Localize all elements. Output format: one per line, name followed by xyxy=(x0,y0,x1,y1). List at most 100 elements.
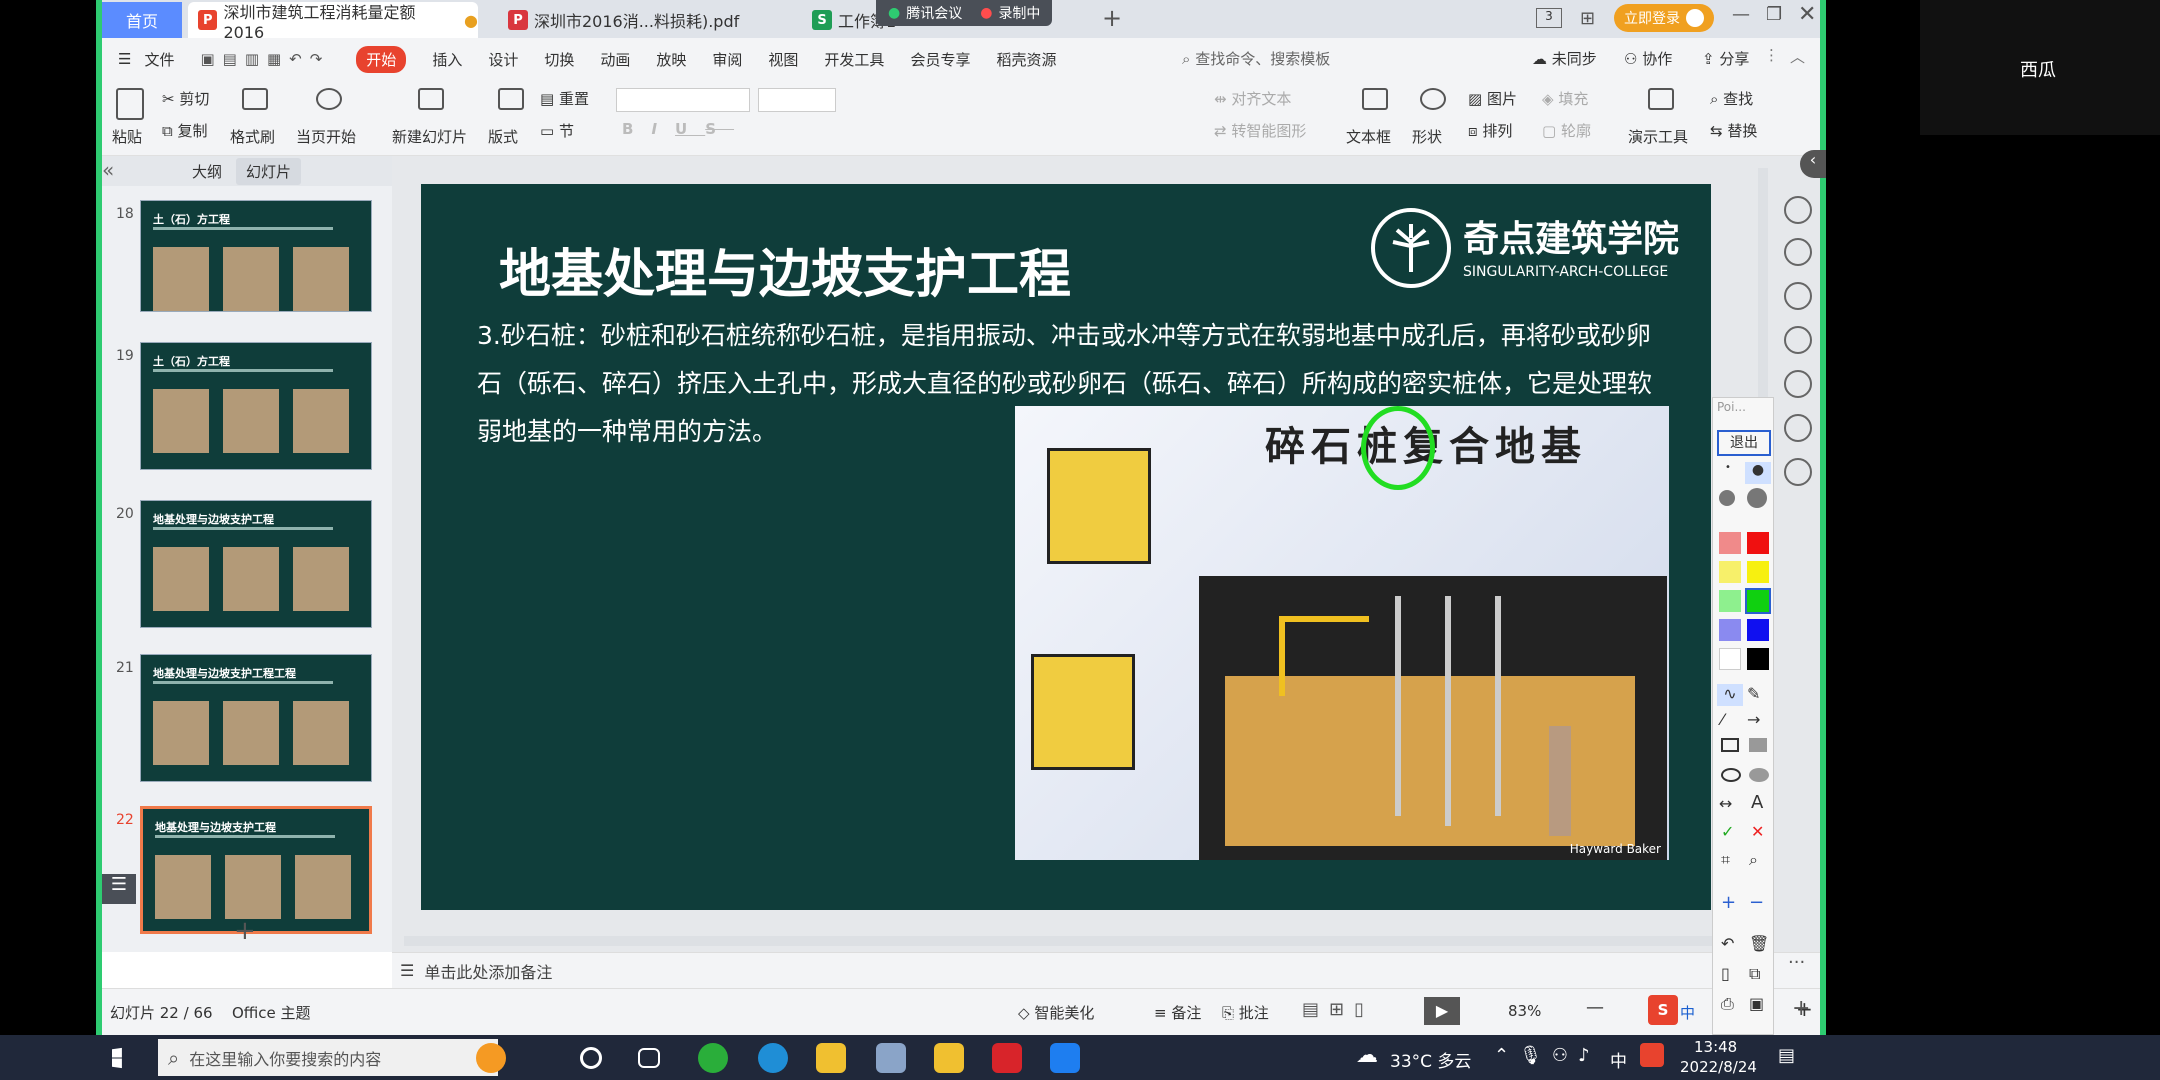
reset-button[interactable]: ▤ 重置 xyxy=(540,88,589,109)
notes-toggle[interactable]: ≡ 备注 xyxy=(1154,1002,1201,1023)
color-swatch[interactable] xyxy=(1719,619,1741,641)
shape-button[interactable]: 形状 xyxy=(1412,126,1442,147)
cross-icon[interactable]: ✕ xyxy=(1751,822,1764,841)
slide[interactable]: 地基处理与边坡支护工程 奇点建筑学院 SINGULARITY-ARCH-COLL… xyxy=(421,184,1711,910)
paste-button[interactable]: 粘贴 xyxy=(112,126,142,147)
grid-icon[interactable]: ⊞ xyxy=(1580,8,1595,29)
close-icon[interactable]: ✕ xyxy=(1798,2,1816,27)
check-icon[interactable]: ✓ xyxy=(1721,822,1734,841)
paint-icon[interactable] xyxy=(876,1043,906,1073)
plus-icon[interactable]: + xyxy=(1721,892,1736,913)
trash-icon[interactable]: 🗑 xyxy=(1749,934,1769,953)
meeting-bar[interactable]: ● 腾讯会议 ● 录制中 xyxy=(876,0,1053,26)
menu-item-9[interactable]: 会员专享 xyxy=(910,49,970,70)
new-page-icon[interactable]: ▯ xyxy=(1721,964,1730,983)
more-icon[interactable]: ⋮ xyxy=(1764,46,1779,64)
login-button[interactable]: 立即登录 xyxy=(1614,4,1714,32)
filled-rectangle-tool[interactable] xyxy=(1749,738,1767,752)
color-swatch[interactable] xyxy=(1719,532,1741,554)
page-indicator[interactable]: 3 xyxy=(1536,8,1562,28)
slide-thumbnail[interactable]: 土（石）方工程 xyxy=(140,342,372,470)
side-tool-icon-0[interactable] xyxy=(1784,196,1812,224)
edge-icon[interactable] xyxy=(758,1043,788,1073)
font-style-buttons[interactable]: BIUS xyxy=(622,120,734,138)
align-text-button[interactable]: ⇹ 对齐文本 xyxy=(1214,88,1291,109)
zoom-level[interactable]: 83% xyxy=(1508,1002,1541,1020)
command-search[interactable]: ⌕ 查找命令、搜索模板 xyxy=(1182,48,1330,69)
new-slide-button[interactable]: 新建幻灯片 xyxy=(392,126,467,147)
color-swatch[interactable] xyxy=(1747,561,1769,583)
double-arrow-tool[interactable]: ↔ xyxy=(1719,794,1732,813)
notes-bar[interactable]: ☰ 单击此处添加备注 xyxy=(392,952,1820,988)
play-slideshow-button[interactable]: ▶ xyxy=(1424,997,1460,1025)
picture-button[interactable]: ▨ 图片 xyxy=(1468,88,1517,109)
color-swatch[interactable] xyxy=(1719,648,1741,670)
pen-size-small[interactable]: • xyxy=(1717,462,1739,484)
ime-lang[interactable]: 中 xyxy=(1680,1002,1695,1023)
side-tool-icon-6[interactable] xyxy=(1784,458,1812,486)
sync-status[interactable]: ☁ 未同步 xyxy=(1532,48,1597,69)
restore-icon[interactable]: ❐ xyxy=(1766,4,1782,25)
freehand-pen-tool[interactable]: ∿ xyxy=(1717,684,1743,706)
help-icon[interactable] xyxy=(934,1043,964,1073)
menu-item-8[interactable]: 开发工具 xyxy=(824,49,884,70)
find-button[interactable]: ⌕ 查找 xyxy=(1710,88,1753,109)
fill-button[interactable]: ◈ 填充 xyxy=(1542,88,1588,109)
slide-thumbnail[interactable]: 土（石）方工程 xyxy=(140,200,372,312)
pen-size-large[interactable] xyxy=(1719,490,1735,506)
tencent-meeting-icon[interactable] xyxy=(1050,1043,1080,1073)
zoom-tool-icon[interactable]: ⌕ xyxy=(1749,850,1758,870)
wechat-icon[interactable] xyxy=(698,1043,728,1073)
wps-ime-icon[interactable]: S xyxy=(1648,995,1678,1025)
play-current-button[interactable]: 当页开始 xyxy=(296,126,356,147)
notification-icon[interactable]: ▤ xyxy=(1778,1045,1795,1066)
side-tool-icon-5[interactable] xyxy=(1784,414,1812,442)
cortana-icon[interactable] xyxy=(580,1047,602,1069)
underline-button[interactable]: U xyxy=(675,120,705,138)
arrange-button[interactable]: ⧈ 排列 xyxy=(1468,120,1512,141)
color-swatch[interactable] xyxy=(1719,590,1741,612)
side-panel-toggle[interactable]: ‹ xyxy=(1800,150,1826,178)
clock-date[interactable]: 2022/8/24 xyxy=(1680,1058,1757,1076)
replace-button[interactable]: ⇆ 替换 xyxy=(1710,120,1757,141)
weather-text[interactable]: 33°C 多云 xyxy=(1390,1047,1471,1072)
hamburger-icon[interactable]: ☰ xyxy=(118,50,131,68)
highlighter-tool[interactable]: ✎ xyxy=(1747,684,1760,703)
line-tool[interactable]: ⁄ xyxy=(1721,710,1724,729)
pen-size-xlarge[interactable] xyxy=(1747,488,1767,508)
minimize-icon[interactable]: — xyxy=(1732,4,1750,25)
format-brush-button[interactable]: 格式刷 xyxy=(230,126,275,147)
wps-icon[interactable] xyxy=(992,1043,1022,1073)
undo-icon[interactable]: ↶ xyxy=(1721,934,1734,953)
add-slide-button[interactable]: + xyxy=(234,916,256,946)
collapse-panel-icon[interactable]: « xyxy=(102,158,114,182)
strike-button[interactable]: S xyxy=(705,120,734,138)
list-icon[interactable]: ☰ xyxy=(102,874,136,904)
copy-button[interactable]: ⧉ 复制 xyxy=(162,120,208,141)
slide-thumbnail[interactable]: 地基处理与边坡支护工程工程 xyxy=(140,654,372,782)
comment-button[interactable]: ⎘ 批注 xyxy=(1222,1002,1269,1023)
font-name-select[interactable] xyxy=(616,88,750,112)
collapse-ribbon-icon[interactable]: ︿ xyxy=(1790,46,1805,67)
theme-name[interactable]: Office 主题 xyxy=(232,1002,311,1023)
menu-item-3[interactable]: 切换 xyxy=(544,49,574,70)
italic-button[interactable]: I xyxy=(651,120,675,138)
minus-icon[interactable]: − xyxy=(1749,892,1764,913)
quick-access-icons[interactable]: ▣▤▥▦↶↷ xyxy=(200,50,330,68)
outline-button[interactable]: ▢ 轮廓 xyxy=(1542,120,1591,141)
slide-thumbnail[interactable]: 地基处理与边坡支护工程 xyxy=(140,500,372,628)
more-options-icon[interactable]: ··· xyxy=(1788,952,1805,973)
slides-tab[interactable]: 幻灯片 xyxy=(236,158,302,185)
text-tool[interactable]: A xyxy=(1751,792,1763,813)
side-add-icon[interactable]: + xyxy=(1792,996,1810,1021)
menu-item-6[interactable]: 审阅 xyxy=(712,49,742,70)
color-swatch[interactable] xyxy=(1747,532,1769,554)
arrow-tool[interactable]: → xyxy=(1747,710,1760,729)
bold-button[interactable]: B xyxy=(622,120,651,138)
section-button[interactable]: ▭ 节 xyxy=(540,120,574,141)
cut-button[interactable]: ✂ 剪切 xyxy=(162,88,209,109)
zoom-out-icon[interactable]: — xyxy=(1586,997,1604,1018)
menu-item-1[interactable]: 插入 xyxy=(432,49,462,70)
menu-item-10[interactable]: 稻壳资源 xyxy=(996,49,1056,70)
convert-smart-button[interactable]: ⇄ 转智能图形 xyxy=(1214,120,1306,141)
